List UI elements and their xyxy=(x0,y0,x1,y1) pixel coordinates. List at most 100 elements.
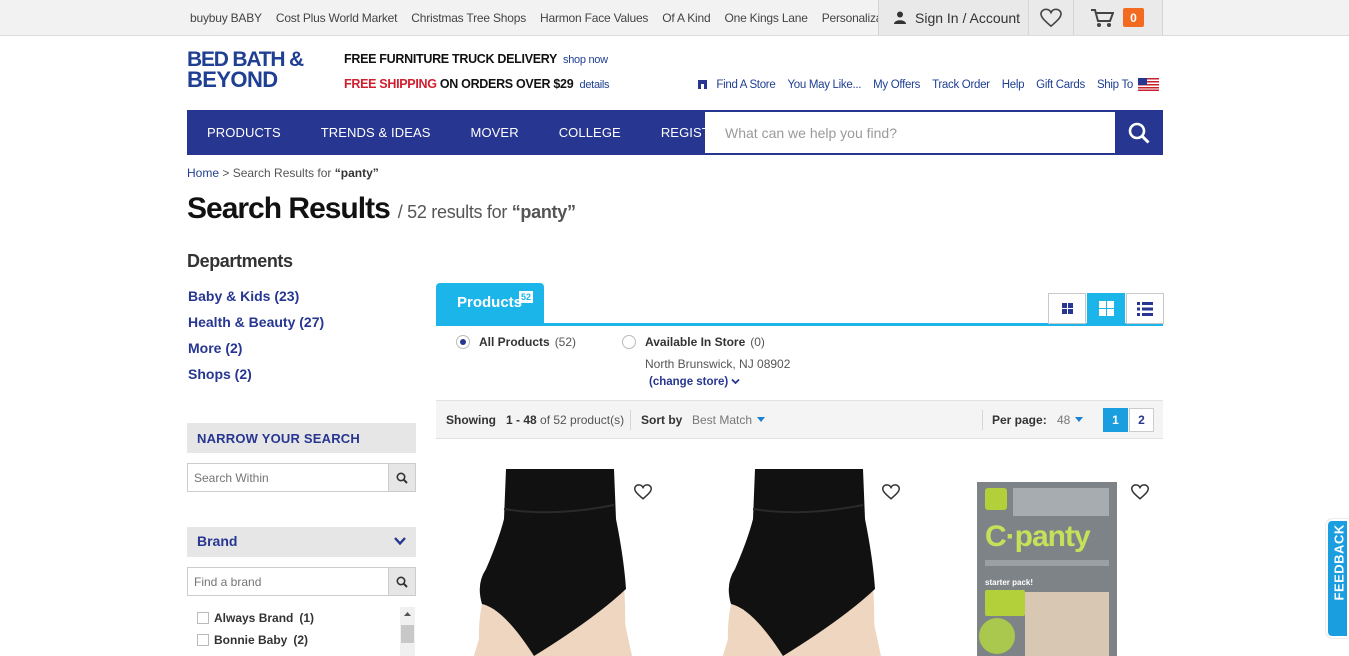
nav-trends-ideas[interactable]: TRENDS & IDEAS xyxy=(321,125,431,140)
box-logo-square xyxy=(985,488,1007,510)
account-button[interactable]: Sign In / Account xyxy=(878,0,1028,35)
heart-icon[interactable] xyxy=(634,483,652,501)
brand-list: Always Brand (1) Bonnie Baby (2) xyxy=(197,607,416,656)
product-image-1[interactable] xyxy=(474,469,634,656)
scrollbar-thumb[interactable] xyxy=(401,625,414,643)
department-health-beauty[interactable]: Health & Beauty (27) xyxy=(188,314,324,340)
page-button-2[interactable]: 2 xyxy=(1129,408,1154,432)
change-store-label: (change store) xyxy=(649,376,729,388)
search-input[interactable] xyxy=(705,112,1115,153)
promo-banner: FREE FURNITURE TRUCK DELIVERY shop now F… xyxy=(344,52,610,102)
sort-select[interactable]: Best Match xyxy=(692,413,766,427)
department-more[interactable]: More (2) xyxy=(188,340,324,366)
change-store-link[interactable]: (change store) xyxy=(649,376,790,388)
box-starter-text: starter pack! xyxy=(985,578,1034,587)
view-toggle xyxy=(1047,293,1164,324)
tab-products[interactable]: Products 52 xyxy=(436,283,544,325)
find-brand-button[interactable] xyxy=(388,568,415,595)
grid-large-view-button[interactable] xyxy=(1087,293,1125,324)
showing-range: 1 - 48 xyxy=(506,413,537,427)
brand-filter-header[interactable]: Brand xyxy=(187,527,416,557)
heart-icon xyxy=(1040,8,1062,27)
in-store-radio[interactable] xyxy=(622,335,636,349)
nav-products[interactable]: PRODUCTS xyxy=(207,125,281,140)
favorites-button[interactable] xyxy=(1028,0,1073,35)
brand-filter-label: Brand xyxy=(197,533,238,549)
search-within xyxy=(187,463,416,492)
showing-summary: Showing 1 - 48 of 52 product(s) xyxy=(446,413,624,427)
nav-mover[interactable]: MOVER xyxy=(471,125,519,140)
all-products-radio[interactable] xyxy=(456,335,470,349)
per-page-select[interactable]: 48 xyxy=(1057,413,1084,427)
list-view-button[interactable] xyxy=(1126,293,1164,324)
you-may-like-link[interactable]: You May Like... xyxy=(787,79,861,91)
store-info: North Brunswick, NJ 08902 (change store) xyxy=(645,357,790,388)
brand-option[interactable]: Always Brand (1) xyxy=(197,607,416,629)
help-link[interactable]: Help xyxy=(1002,79,1025,91)
promo-details-link[interactable]: details xyxy=(580,79,610,91)
grid-small-view-button[interactable] xyxy=(1048,293,1086,324)
my-offers-link[interactable]: My Offers xyxy=(873,79,920,91)
find-brand-input[interactable] xyxy=(188,568,388,595)
promo-free-shipping: FREE SHIPPING xyxy=(344,77,437,91)
brand-checkbox[interactable] xyxy=(197,634,209,646)
brand-option[interactable]: Bonnie Baby (2) xyxy=(197,629,416,651)
us-flag-icon[interactable] xyxy=(1138,78,1159,91)
brand-name: Always Brand xyxy=(214,611,294,625)
showing-label: Showing xyxy=(446,413,496,427)
search-within-button[interactable] xyxy=(388,464,415,491)
sister-link-buybuy-baby[interactable]: buybuy BABY xyxy=(190,11,262,25)
search-button[interactable] xyxy=(1117,112,1161,153)
box-info-panel xyxy=(1013,488,1109,516)
department-baby-kids[interactable]: Baby & Kids (23) xyxy=(188,288,324,314)
page-title-term: “panty” xyxy=(511,202,576,222)
site-search xyxy=(705,112,1115,153)
scroll-up-icon xyxy=(404,612,411,616)
breadcrumb-home[interactable]: Home xyxy=(187,166,219,180)
sister-link-of-a-kind[interactable]: Of A Kind xyxy=(662,11,710,25)
product-image-3[interactable]: C·panty starter pack! xyxy=(977,482,1117,656)
gift-cards-link[interactable]: Gift Cards xyxy=(1036,79,1085,91)
showing-total: of 52 product(s) xyxy=(536,413,625,427)
brand-option[interactable] xyxy=(197,651,416,656)
sister-link-harmon[interactable]: Harmon Face Values xyxy=(540,11,648,25)
heart-icon[interactable] xyxy=(1131,483,1149,501)
all-products-count: (52) xyxy=(554,335,577,349)
cart-count-badge: 0 xyxy=(1123,8,1144,27)
search-within-input[interactable] xyxy=(188,464,388,491)
site-logo[interactable]: BED BATH & BEYOND xyxy=(187,49,327,94)
product-image-2[interactable] xyxy=(723,469,883,656)
find-a-store-link[interactable]: Find A Store xyxy=(716,79,775,91)
all-products-option[interactable]: All Products (52) xyxy=(456,335,576,349)
breadcrumb: Home > Search Results for “panty” xyxy=(187,166,379,180)
page-button-1[interactable]: 1 xyxy=(1103,408,1128,432)
sister-link-one-kings-lane[interactable]: One Kings Lane xyxy=(724,11,807,25)
brand-count: (1) xyxy=(299,611,315,625)
departments-heading: Departments xyxy=(187,251,293,271)
breadcrumb-term: “panty” xyxy=(334,166,379,180)
ship-to-link[interactable]: Ship To xyxy=(1097,79,1133,91)
search-icon xyxy=(396,471,408,484)
chevron-down-icon xyxy=(731,378,741,385)
chevron-down-icon xyxy=(394,537,406,546)
feedback-tab[interactable]: FEEDBACK xyxy=(1326,519,1349,638)
promo-furniture: FREE FURNITURE TRUCK DELIVERY xyxy=(344,52,557,66)
feedback-label: FEEDBACK xyxy=(1331,524,1347,601)
track-order-link[interactable]: Track Order xyxy=(932,79,990,91)
tab-products-count: 52 xyxy=(519,291,534,303)
sister-link-cost-plus[interactable]: Cost Plus World Market xyxy=(276,11,398,25)
tab-products-label: Products xyxy=(457,294,523,311)
sister-site-links: buybuy BABY Cost Plus World Market Chris… xyxy=(190,0,939,35)
sister-link-christmas-tree-shops[interactable]: Christmas Tree Shops xyxy=(411,11,526,25)
brand-list-scrollbar[interactable] xyxy=(400,607,415,656)
store-icon xyxy=(698,80,708,89)
breadcrumb-sep: > Search Results for xyxy=(219,166,335,180)
heart-icon[interactable] xyxy=(882,483,900,501)
nav-college[interactable]: COLLEGE xyxy=(559,125,621,140)
per-page-value: 48 xyxy=(1057,413,1071,427)
promo-shop-now-link[interactable]: shop now xyxy=(563,54,608,66)
brand-checkbox[interactable] xyxy=(197,612,209,624)
in-store-option[interactable]: Available In Store (0) xyxy=(622,335,765,349)
department-shops[interactable]: Shops (2) xyxy=(188,366,324,392)
cart-button[interactable]: 0 xyxy=(1073,0,1163,35)
